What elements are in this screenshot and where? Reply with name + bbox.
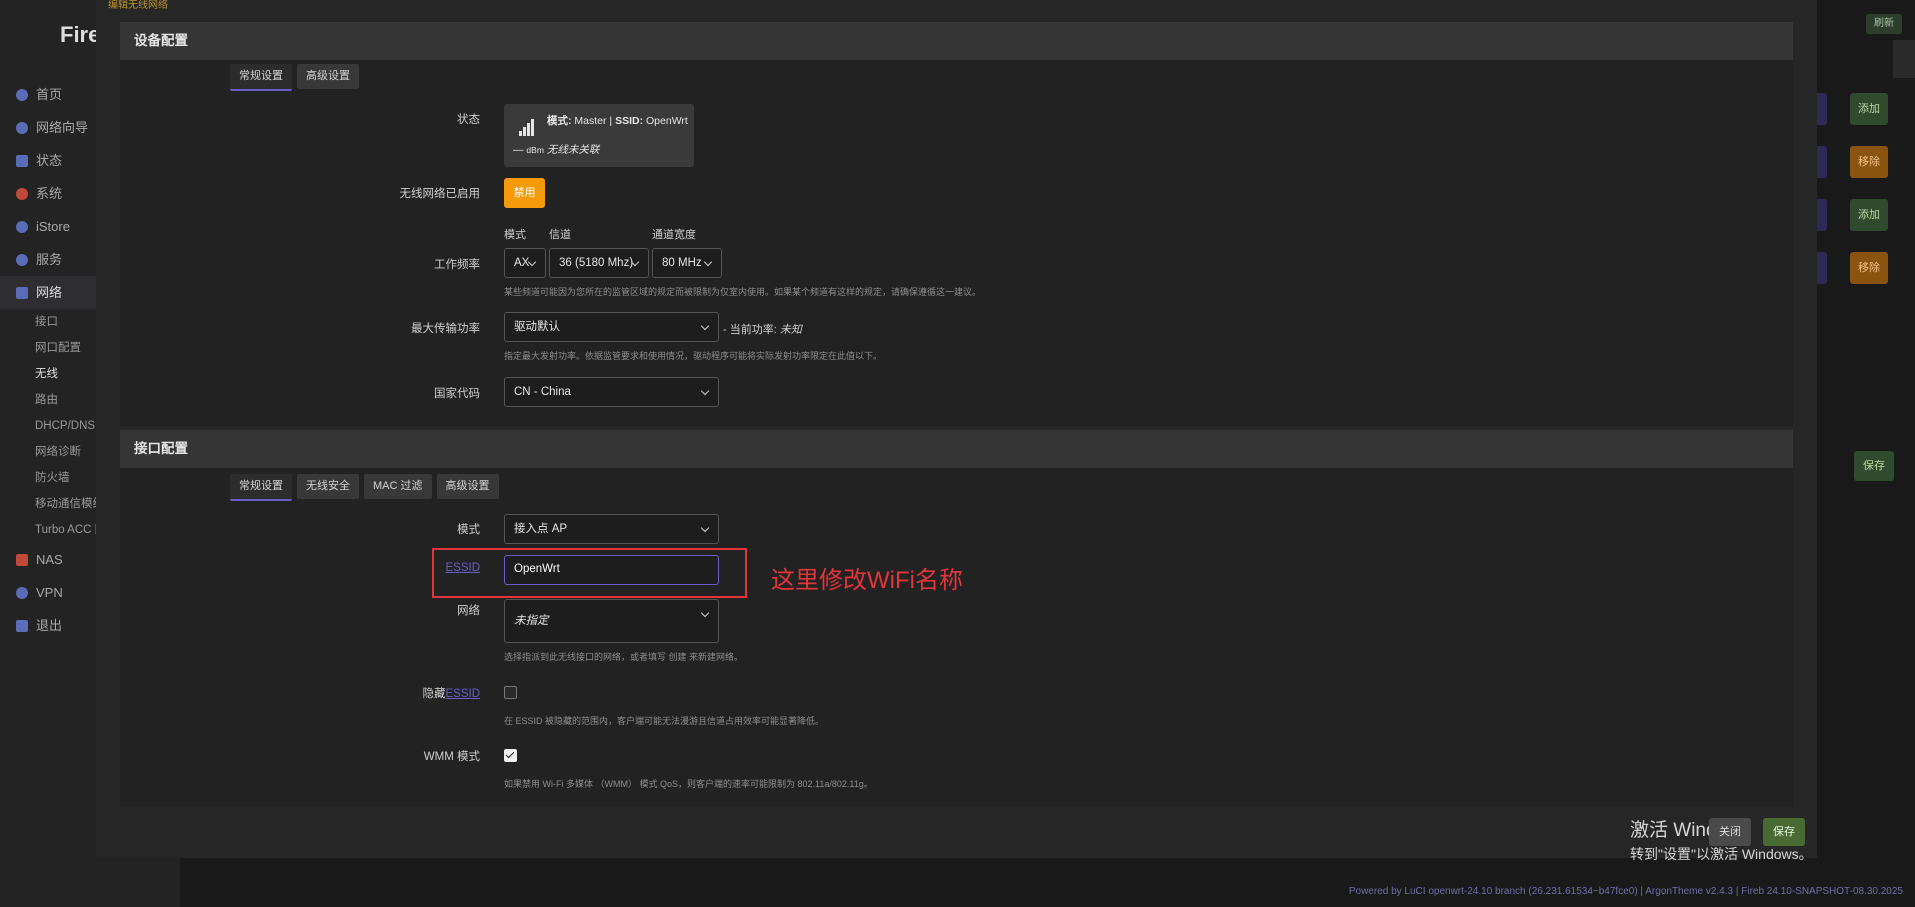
signal-strength-icon [519, 118, 539, 136]
status-panel: 模式: Master | SSID: OpenWrt — dBm 无线未关联 [504, 104, 694, 167]
network-icon [16, 286, 28, 299]
vpn-icon [16, 586, 28, 599]
services-icon [16, 253, 28, 266]
device-config-header: 设备配置 [120, 22, 1793, 60]
home-icon [16, 88, 28, 101]
frequency-label: 工作频率 [434, 259, 480, 271]
bg-save-button[interactable]: 保存 [1854, 451, 1894, 481]
bg-remove-button[interactable]: 移除 [1850, 146, 1888, 178]
network-select[interactable]: 未指定 [504, 599, 719, 643]
network-label: 网络 [457, 605, 480, 617]
channel-column-label: 信道 [549, 229, 571, 241]
store-icon [16, 220, 28, 233]
txpower-hint: 指定最大发射功率。依据监管要求和使用情况，驱动程序可能将实际发射功率限定在此值以… [504, 351, 883, 361]
interface-config-tabs: 常规设置 无线安全 MAC 过滤 高级设置 [230, 474, 499, 501]
iface-mode-label: 模式 [457, 524, 480, 536]
country-code-select[interactable]: CN - China [504, 377, 719, 407]
tab-iface-general[interactable]: 常规设置 [230, 474, 292, 501]
logout-icon [16, 619, 28, 632]
device-config-tabs: 常规设置 高级设置 [230, 64, 359, 91]
system-icon [16, 187, 28, 200]
hide-essid-checkbox[interactable] [504, 686, 517, 699]
save-button[interactable]: 保存 [1763, 818, 1805, 846]
channel-width-select[interactable]: 80 MHz [652, 248, 722, 278]
channel-select[interactable]: 36 (5180 Mhz) [549, 248, 649, 278]
bg-add-button[interactable]: 添加 [1850, 93, 1888, 125]
network-hint: 选择指派到此无线接口的网络，或者填写 创建 来新建网络。 [504, 652, 744, 662]
edit-wireless-modal: 编辑无线网络 设备配置 常规设置 高级设置 状态 模式: Master | SS… [96, 0, 1817, 858]
hide-essid-label: 隐藏ESSID [422, 688, 480, 700]
wizard-icon [16, 121, 28, 134]
bg-table-header [1893, 40, 1915, 78]
width-column-label: 通道宽度 [652, 229, 696, 241]
wmm-mode-checkbox[interactable] [504, 749, 517, 762]
dashboard-icon [16, 154, 28, 167]
tab-device-general[interactable]: 常规设置 [230, 64, 292, 91]
iface-mode-select[interactable]: 接入点 AP [504, 514, 719, 544]
bg-add-button[interactable]: 添加 [1850, 199, 1888, 231]
interface-config-header: 接口配置 [120, 430, 1793, 468]
frequency-hint: 某些频道可能因为您所在的监管区域的规定而被限制为仅室内使用。如果某个频道有这样的… [504, 287, 982, 297]
refresh-button[interactable]: 刷新 [1866, 14, 1902, 34]
status-signal: — dBm 无线未关联 [513, 144, 600, 156]
footer-credits: Powered by LuCI openwrt-24.10 branch (26… [1348, 886, 1903, 897]
disable-wireless-button[interactable]: 禁用 [504, 178, 545, 208]
wireless-enabled-label: 无线网络已启用 [399, 188, 481, 200]
status-mode-ssid: 模式: Master | SSID: OpenWrt [547, 115, 688, 127]
band-mode-select[interactable]: AX [504, 248, 546, 278]
mode-column-label: 模式 [504, 229, 526, 241]
txpower-current: - 当前功率: 未知 [723, 324, 802, 336]
tab-device-advanced[interactable]: 高级设置 [297, 64, 359, 89]
wmm-mode-label: WMM 模式 [423, 751, 480, 763]
annotation-highlight-box [432, 548, 747, 598]
txpower-label: 最大传输功率 [411, 323, 480, 335]
txpower-select[interactable]: 驱动默认 [504, 312, 719, 342]
bg-remove-button[interactable]: 移除 [1850, 252, 1888, 284]
nas-icon [16, 553, 28, 566]
tab-iface-mac-filter[interactable]: MAC 过滤 [364, 474, 432, 499]
status-label: 状态 [457, 114, 480, 126]
tab-iface-advanced[interactable]: 高级设置 [436, 474, 499, 499]
close-button[interactable]: 关闭 [1709, 818, 1751, 846]
tab-iface-security[interactable]: 无线安全 [297, 474, 359, 499]
country-code-label: 国家代码 [434, 388, 480, 400]
wmm-mode-hint: 如果禁用 Wi-Fi 多媒体 （WMM） 模式 QoS，则客户端的速率可能限制为… [504, 779, 873, 789]
modal-title: 编辑无线网络 [108, 0, 168, 11]
annotation-text: 这里修改WiFi名称 [771, 567, 963, 594]
hide-essid-hint: 在 ESSID 被隐藏的范围内，客户端可能无法漫游且信道占用效率可能显著降低。 [504, 716, 825, 726]
